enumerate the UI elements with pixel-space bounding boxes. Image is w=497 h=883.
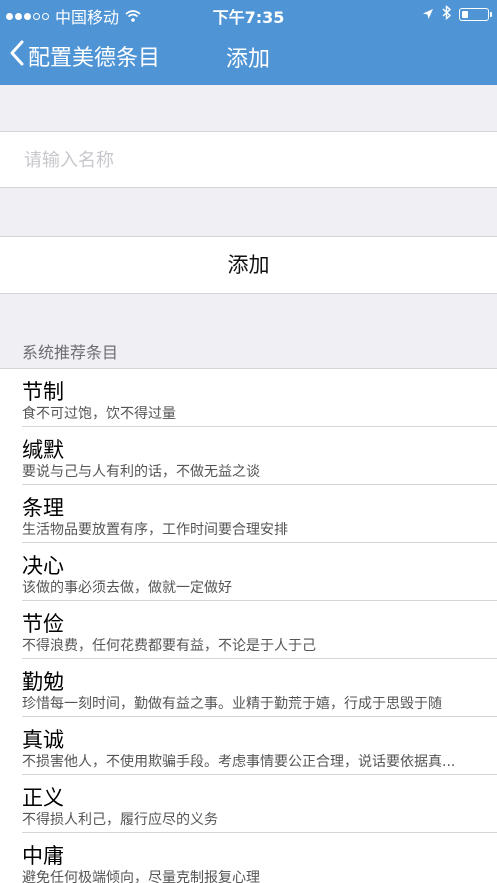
item-title: 节俭	[22, 612, 64, 636]
item-title: 节制	[22, 380, 64, 404]
list-item[interactable]: 中庸 避免任何极端倾向，尽量克制报复心理	[0, 833, 497, 883]
name-input-row	[0, 131, 497, 189]
item-title: 勤勉	[22, 670, 64, 694]
screen: 中国移动 下午7:35 配置美德条目 添加 请输入名称 添加 系统推荐条目 节制…	[0, 0, 497, 883]
item-description: 不得损人利己，履行应尽的义务	[22, 812, 218, 828]
item-description: 不损害他人，不使用欺骗手段。考虑事情要公正合理，说话要依据真...	[22, 754, 456, 770]
list-item[interactable]: 正义 不得损人利己，履行应尽的义务	[0, 775, 497, 833]
item-title: 决心	[22, 554, 64, 578]
item-title: 正义	[22, 786, 64, 810]
list-item[interactable]: 真诚 不损害他人，不使用欺骗手段。考虑事情要公正合理，说话要依据真...	[0, 717, 497, 775]
list-item[interactable]: 节制 食不可过饱，饮不得过量	[0, 369, 497, 427]
list-item[interactable]: 勤勉 珍惜每一刻时间，勤做有益之事。业精于勤荒于嬉，行成于思毁于随	[0, 659, 497, 717]
list-item[interactable]: 节俭 不得浪费，任何花费都要有益，不论是于人于己	[0, 601, 497, 659]
back-button[interactable]: 配置美德条目	[10, 39, 160, 73]
list-item[interactable]: 条理 生活物品要放置有序，工作时间要合理安排	[0, 485, 497, 543]
name-input[interactable]	[22, 132, 486, 189]
status-bar: 中国移动 下午7:35	[0, 0, 497, 28]
recommended-list: 节制 食不可过饱，饮不得过量 缄默 要说与己与人有利的话，不做无益之谈 条理 生…	[0, 368, 497, 883]
navigation-bar: 配置美德条目 添加	[0, 28, 497, 85]
item-title: 中庸	[22, 844, 64, 868]
section-header: 系统推荐条目	[22, 343, 119, 362]
status-right	[422, 4, 492, 24]
list-item[interactable]: 决心 该做的事必须去做，做就一定做好	[0, 543, 497, 601]
add-button[interactable]: 添加	[0, 236, 497, 294]
item-description: 要说与己与人有利的话，不做无益之谈	[22, 464, 260, 480]
back-button-label: 配置美德条目	[28, 46, 161, 71]
page-title: 添加	[226, 47, 271, 72]
location-icon	[422, 5, 434, 24]
item-description: 避免任何极端倾向，尽量克制报复心理	[22, 870, 260, 883]
chevron-left-icon	[10, 40, 24, 72]
item-description: 该做的事必须去做，做就一定做好	[22, 580, 232, 596]
item-title: 缄默	[22, 438, 64, 462]
item-description: 食不可过饱，饮不得过量	[22, 406, 176, 422]
list-item[interactable]: 缄默 要说与己与人有利的话，不做无益之谈	[0, 427, 497, 485]
item-title: 条理	[22, 496, 64, 520]
bluetooth-icon	[442, 4, 452, 24]
item-title: 真诚	[22, 728, 64, 752]
item-description: 生活物品要放置有序，工作时间要合理安排	[22, 522, 288, 538]
item-description: 珍惜每一刻时间，勤做有益之事。业精于勤荒于嬉，行成于思毁于随	[22, 696, 442, 712]
battery-icon	[459, 8, 492, 21]
item-description: 不得浪费，任何花费都要有益，不论是于人于己	[22, 638, 316, 654]
